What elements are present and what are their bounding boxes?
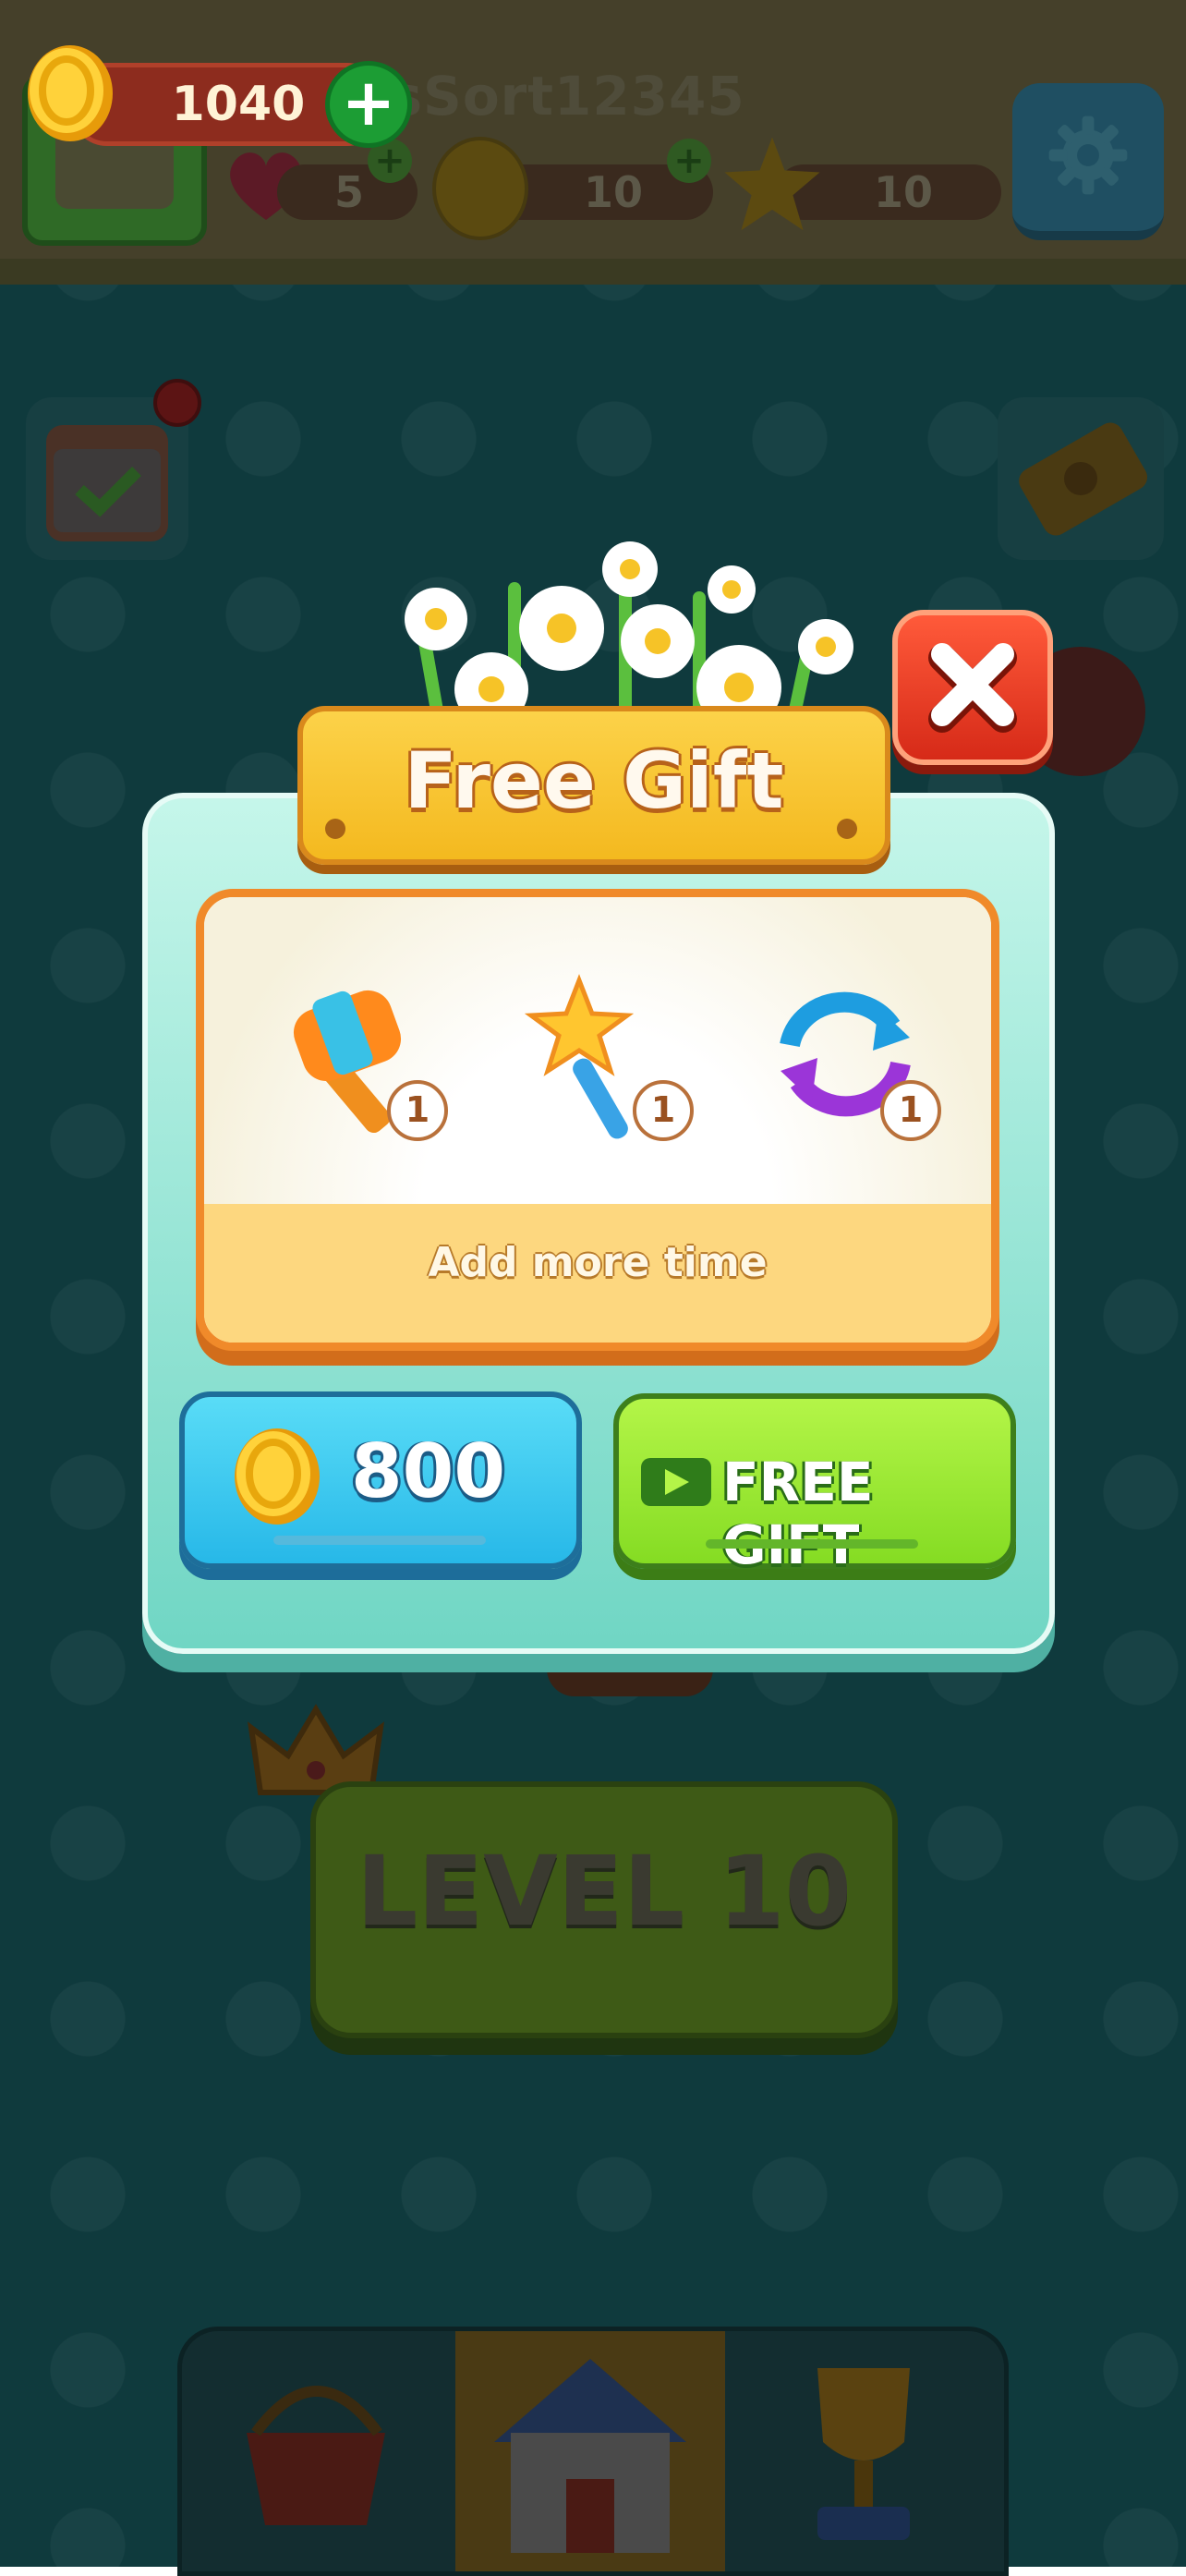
lives-count: 5 [333,167,364,217]
notification-dot [153,379,201,427]
hammer-count: 1 [387,1080,448,1141]
coin-icon [235,1428,320,1525]
shuffle-count: 1 [880,1080,941,1141]
nav-tab-trophy[interactable] [729,2331,998,2571]
reward-card: Add more time 1 1 1 [196,889,999,1351]
coin-counter-value: 1040 [171,77,306,132]
bottom-nav [177,2327,1009,2576]
reward-item-hammer: 1 [269,971,454,1147]
button-shine [706,1539,918,1549]
shop-basket-icon [247,2386,385,2525]
buy-with-coins-button[interactable]: 800 [179,1391,582,1569]
stars-count: 10 [873,167,933,217]
close-icon [928,643,1017,733]
banner-rivet-right [837,819,857,839]
reward-description: Add more time [428,1239,768,1286]
nav-tab-home[interactable] [455,2331,725,2571]
price-label: 800 [351,1428,505,1514]
reward-item-shuffle: 1 [762,971,947,1147]
home-icon [494,2359,686,2553]
star-icon [724,137,820,231]
top-bar-strip [0,259,1186,285]
popup-title-banner: Free Gift [297,706,890,865]
reward-item-magic-wand: 1 [514,971,699,1147]
popup-title: Free Gift [404,735,784,826]
trophy-icon [817,2368,910,2540]
add-coins-button[interactable]: + [325,61,412,148]
settings-button[interactable] [1012,83,1164,240]
coin-icon [28,45,113,141]
gear-icon [1048,115,1128,195]
reward-card-bottom: Add more time [204,1204,991,1343]
banner-rivet-left [325,819,345,839]
magic-wand-count: 1 [633,1080,694,1141]
nav-tab-shop[interactable] [182,2331,452,2571]
close-button[interactable] [892,610,1053,765]
free-gift-button[interactable]: FREE GIFT [613,1393,1016,1576]
level-button[interactable]: LEVEL 10 [310,1781,898,2038]
add-coins-small-icon[interactable]: + [667,139,711,183]
ticket-icon[interactable] [998,397,1164,560]
coin-icon-dim [432,137,528,240]
button-shine [273,1536,486,1545]
video-play-icon [641,1458,711,1506]
free-gift-label: FREE GIFT [722,1451,874,1576]
coins-small-count: 10 [583,167,643,217]
level-label: LEVEL 10 [356,1835,853,1948]
